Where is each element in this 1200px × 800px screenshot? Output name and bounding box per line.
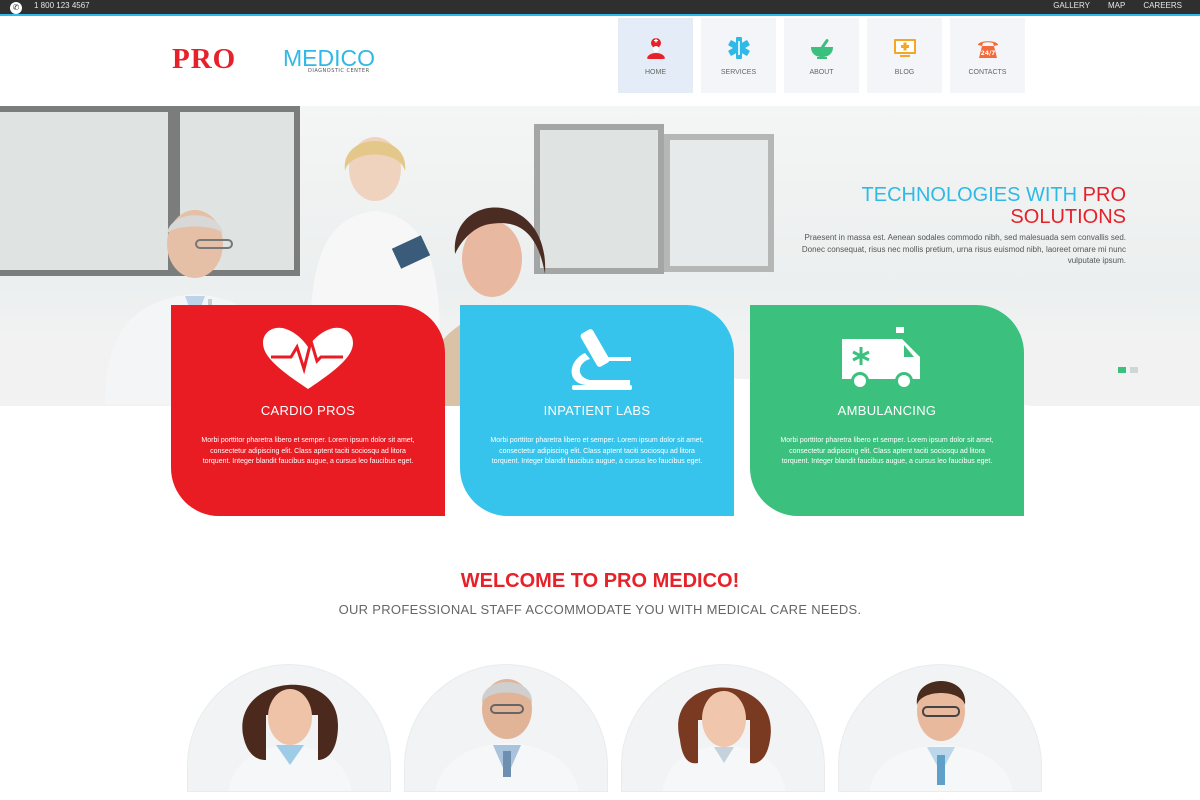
- slider-pagination: [1118, 367, 1138, 373]
- link-gallery[interactable]: GALLERY: [1053, 1, 1090, 10]
- nav-label-services: SERVICES: [720, 69, 757, 76]
- ambulance-icon: [842, 327, 920, 390]
- nav-blog[interactable]: BLOG: [867, 18, 942, 93]
- nav-label-about: ABOUT: [809, 69, 834, 76]
- welcome-subtitle: OUR PROFESSIONAL STAFF ACCOMMODATE YOU W…: [338, 602, 862, 617]
- staff-photo[interactable]: [838, 664, 1042, 792]
- staff-young-doctor-image: [869, 681, 1013, 791]
- monitor-plus-icon: [894, 39, 916, 57]
- main-nav: HOME SERVICES ABOUT BLOG 24/7 CONTACTS: [618, 18, 1025, 93]
- star-of-life-icon: [728, 37, 750, 59]
- nav-label-home: HOME: [645, 69, 666, 76]
- link-map[interactable]: MAP: [1108, 1, 1125, 10]
- nav-contacts[interactable]: 24/7 CONTACTS: [950, 18, 1025, 93]
- staff-woman-image: [228, 684, 352, 791]
- card-title: CARDIO PROS: [260, 403, 356, 418]
- top-bar: ✆ 1 800 123 4567 GALLERY MAP CAREERS: [0, 0, 1200, 16]
- nav-about[interactable]: ABOUT: [784, 18, 859, 93]
- hero-title-part2: SOLUTIONS: [1010, 206, 1126, 228]
- card-inpatient-labs[interactable]: INPATIENT LABS Morbi porttitor pharetra …: [460, 305, 734, 516]
- card-text: Morbi porttitor pharetra libero et sempe…: [201, 437, 415, 465]
- logo-pro-text: PRO: [172, 43, 237, 75]
- staff-senior-doctor-image: [435, 679, 579, 791]
- site-logo[interactable]: PRO MEDICO DIAGNOSTIC CENTER: [172, 44, 392, 76]
- phone-24-7-icon: 24/7: [978, 41, 998, 58]
- staff-photo[interactable]: [404, 664, 608, 792]
- staff-young-woman-image: [662, 687, 786, 791]
- microscope-icon: [571, 329, 632, 390]
- card-title: AMBULANCING: [837, 403, 937, 418]
- hero-text: Praesent in massa est. Aenean sodales co…: [801, 233, 1126, 265]
- slider-dot[interactable]: [1118, 367, 1126, 373]
- nav-home[interactable]: HOME: [618, 18, 693, 93]
- window: [664, 134, 774, 272]
- nav-label-blog: BLOG: [894, 69, 915, 76]
- logo-tagline: DIAGNOSTIC CENTER: [308, 68, 370, 74]
- nav-label-contacts: CONTACTS: [968, 69, 1007, 76]
- phone-icon: ✆: [10, 2, 22, 14]
- top-links: GALLERY MAP CAREERS: [1053, 1, 1182, 10]
- nav-services[interactable]: SERVICES: [701, 18, 776, 93]
- card-cardio[interactable]: CARDIO PROS Morbi porttitor pharetra lib…: [171, 305, 445, 516]
- nurse-icon: [647, 38, 665, 59]
- hero-title-pro: PRO: [1082, 184, 1126, 206]
- staff-photo[interactable]: [187, 664, 391, 792]
- staff-photo[interactable]: [621, 664, 825, 792]
- slider-dot[interactable]: [1130, 367, 1138, 373]
- hero-title: TECHNOLOGIES WITH PRO SOLUTIONS: [862, 184, 1126, 228]
- mortar-pestle-icon: [811, 39, 833, 59]
- hero-title-part1: TECHNOLOGIES WITH: [861, 184, 1078, 206]
- card-title: INPATIENT LABS: [543, 403, 651, 418]
- heart-pulse-icon: [263, 327, 353, 389]
- phone-number[interactable]: 1 800 123 4567: [34, 1, 90, 10]
- svg-text:24/7: 24/7: [981, 50, 996, 57]
- link-careers[interactable]: CAREERS: [1143, 1, 1182, 10]
- card-text: Morbi porttitor pharetra libero et sempe…: [490, 437, 704, 465]
- card-ambulancing[interactable]: AMBULANCING Morbi porttitor pharetra lib…: [750, 305, 1024, 516]
- welcome-title: WELCOME TO PRO MEDICO!: [460, 570, 740, 592]
- card-text: Morbi porttitor pharetra libero et sempe…: [780, 437, 994, 465]
